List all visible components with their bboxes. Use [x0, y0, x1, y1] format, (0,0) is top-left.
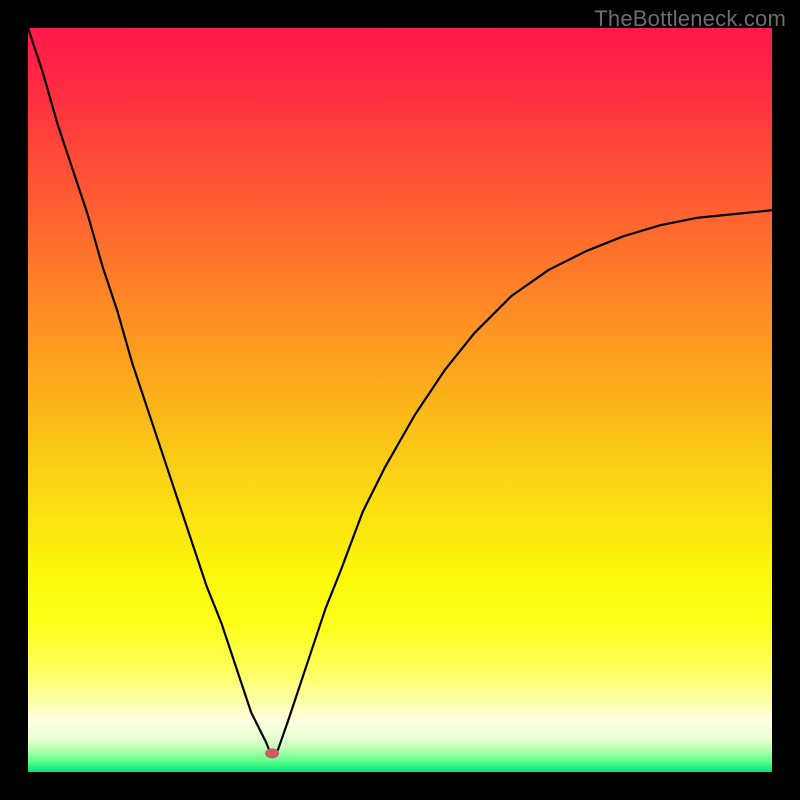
gradient-background	[28, 28, 772, 772]
chart-frame: TheBottleneck.com	[0, 0, 800, 800]
watermark-text: TheBottleneck.com	[594, 6, 786, 32]
plot-area	[28, 28, 772, 772]
